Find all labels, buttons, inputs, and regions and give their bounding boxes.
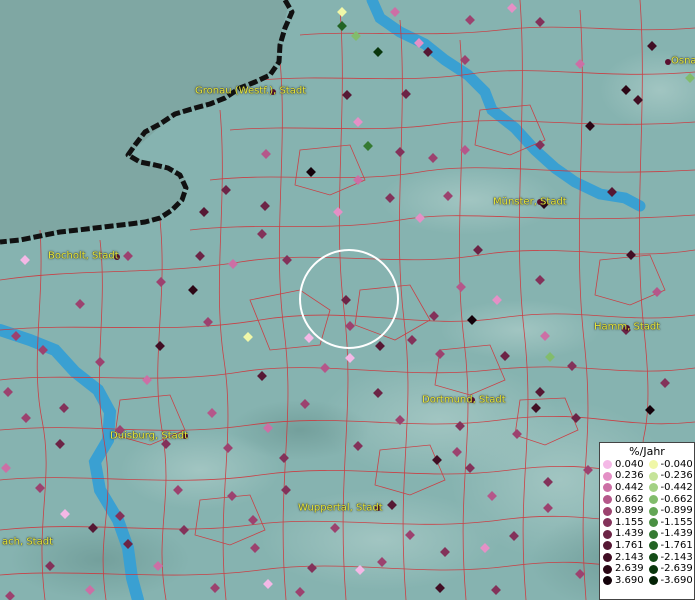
legend-row: 0.899 [603,505,649,517]
city-label-duisburg: Duisburg, Stadt [110,430,189,442]
city-label-wuppertal: Wuppertal, Stadt [298,502,383,514]
legend-swatch [603,506,612,516]
legend-swatch [648,576,658,586]
legend-row: 0.236 [603,471,649,483]
legend-value: -0.662 [660,493,693,505]
legend-value: -1.439 [660,528,693,540]
legend-row: -3.690 [648,574,695,587]
legend-swatch [648,483,658,493]
legend-swatch [648,460,658,470]
legend-positive-column: 0.040 0.236 0.442 0.662 0.899 1.155 1.439 1.761… [603,459,649,587]
city-label-hamm: Hamm, Stadt [594,321,661,333]
legend-value: 3.690 [615,574,644,586]
legend-row: -1.155 [648,516,695,529]
legend-swatch [603,541,612,551]
legend-swatch [603,495,612,505]
legend-row: 1.439 [603,529,649,541]
legend-swatch [603,483,612,493]
legend-value: 1.761 [615,539,644,551]
legend-value: 1.439 [615,528,644,540]
legend-value: -0.899 [660,505,693,517]
legend-swatch [603,576,612,586]
city-label-ach: ach, Stadt [2,536,53,548]
legend-value: 0.040 [615,458,644,470]
legend-row: 3.690 [603,575,649,587]
legend-row: 0.662 [603,494,649,506]
legend-value: -0.442 [660,481,693,493]
legend-value: 2.639 [615,563,644,575]
city-label-muenster: Münster, Stadt [493,196,567,208]
legend-row: 2.143 [603,552,649,564]
legend-swatch [648,553,658,563]
map-view[interactable]: Gronau (Westf.), Stadt Bocholt, Stadt Mü… [0,0,695,600]
legend-row: -0.442 [648,481,695,494]
legend-swatch [603,564,612,574]
legend-title: %/Jahr [629,445,665,458]
legend-swatch [603,529,612,539]
legend-negative-column: -0.040 -0.236 -0.442 -0.662 -0.899 -1.155 -1.4… [648,458,695,587]
legend-value: -2.639 [660,563,693,575]
legend-value: -0.236 [660,470,693,482]
legend-value: 2.143 [615,551,644,563]
legend-row: -0.040 [648,458,695,471]
legend-row: -1.761 [648,539,695,552]
city-label-gronau: Gronau (Westf.), Stadt [195,85,307,97]
legend-row: -2.143 [648,551,695,564]
legend-value: 0.442 [615,481,644,493]
legend-row: -0.662 [648,493,695,506]
legend-swatch [648,495,658,505]
city-label-bocholt: Bocholt, Stadt [48,250,119,262]
legend-row: -1.439 [648,528,695,541]
legend-row: 1.761 [603,540,649,552]
legend-row: -0.236 [648,470,695,483]
legend-swatch [648,564,658,574]
legend-value: -2.143 [660,551,693,563]
legend: %/Jahr 0.040 0.236 0.442 0.662 0.899 1.155 1.4… [599,442,695,600]
legend-value: 0.662 [615,493,644,505]
legend-swatch [648,529,658,539]
legend-row: 1.155 [603,517,649,529]
legend-row: -2.639 [648,563,695,575]
legend-swatch [648,518,658,528]
legend-swatch [603,518,612,528]
legend-value: -1.155 [660,516,693,528]
legend-swatch [648,506,658,516]
legend-swatch [648,541,658,551]
legend-swatch [648,471,658,481]
city-label-dortmund: Dortmund, Stadt [422,394,506,406]
legend-row: 2.639 [603,563,649,575]
legend-value: -3.690 [660,574,693,586]
legend-swatch [603,471,612,481]
city-label-osna: Osna [671,55,695,67]
legend-value: -0.040 [660,458,693,470]
legend-row: 0.442 [603,482,649,494]
legend-swatch [603,460,612,470]
legend-row: 0.040 [603,459,649,471]
legend-value: -1.761 [660,539,693,551]
legend-swatch [603,553,612,563]
legend-row: -0.899 [648,505,695,517]
legend-value: 0.899 [615,505,644,517]
legend-value: 0.236 [615,470,644,482]
legend-value: 1.155 [615,516,644,528]
